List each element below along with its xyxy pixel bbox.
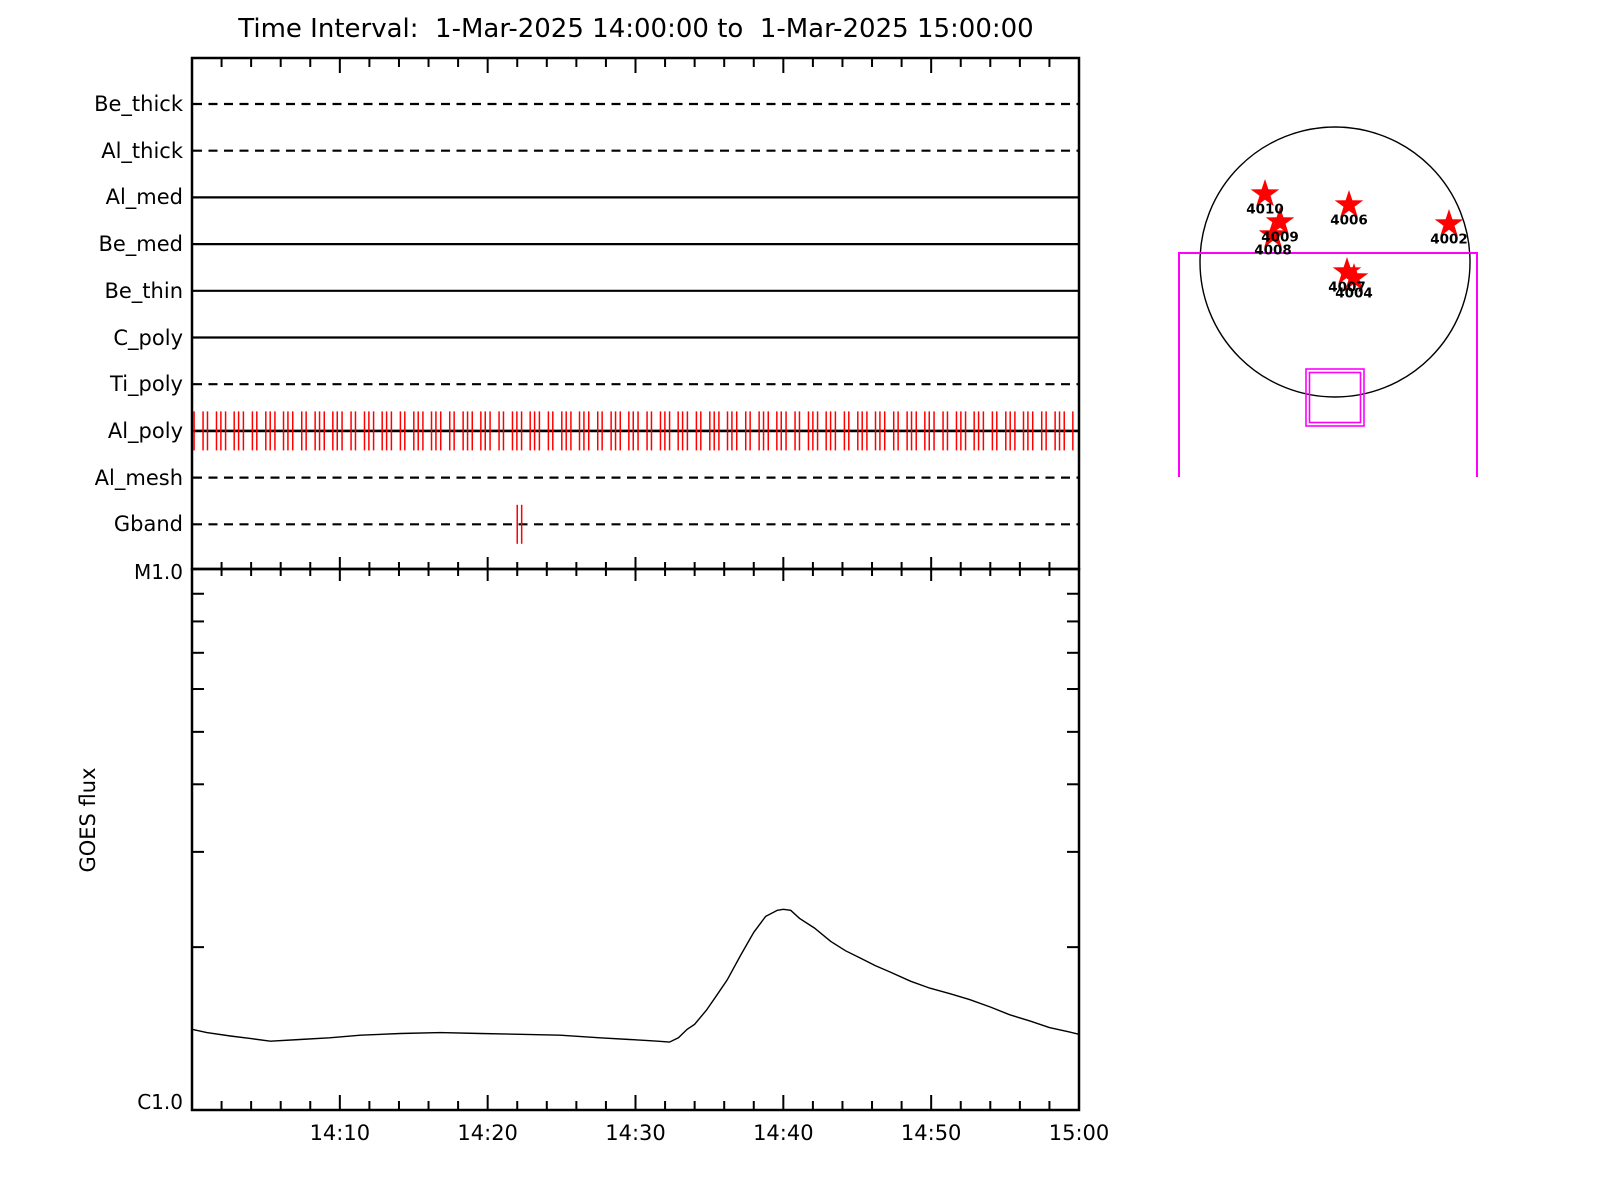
active-region-label: 4002	[1430, 232, 1468, 248]
filter-label: Gband	[113, 512, 183, 537]
time-axis-ticks	[220, 59, 1051, 1109]
goes-ymax-label: M1.0	[133, 560, 183, 584]
filter-label: Al_mesh	[94, 465, 183, 490]
goes-flux-panel	[190, 567, 1081, 1112]
active-region-label: 4007	[1328, 280, 1366, 296]
filter-label: Al_poly	[107, 418, 183, 443]
filter-label: C_poly	[113, 325, 183, 350]
x-tick-label: 15:00	[1048, 1121, 1110, 1145]
filter-label: Be_thin	[104, 278, 183, 303]
app-canvas: 4008 4004 4010 4006 4002 4009 4007 Time Interv…	[0, 0, 1600, 1200]
goes-flux-axis-title: GOES flux	[76, 767, 100, 873]
active-region-label: 4009	[1261, 230, 1299, 246]
chart-title: Time Interval: 1-Mar-2025 14:00:00 to 1-…	[238, 14, 1034, 44]
x-tick-label: 14:50	[900, 1121, 962, 1145]
goes-ymin-label: C1.0	[137, 1090, 183, 1114]
filter-label: Be_thick	[94, 92, 183, 116]
filter-label: Ti_poly	[110, 372, 183, 397]
solar-disk-map: 4008400440104006400240094007	[1178, 126, 1478, 477]
goes-flux-curve	[191, 908, 1080, 1043]
filter-label: Al_med	[105, 185, 183, 210]
goes-log-ticks	[193, 592, 1078, 949]
active-region-label: 4006	[1330, 213, 1368, 229]
filter-label: Al_thick	[101, 138, 183, 163]
solar-disk-limb	[1199, 126, 1471, 398]
x-tick-label: 14:40	[753, 1121, 814, 1145]
filter-timeline-panel	[190, 56, 1081, 571]
plot-svg: 4008400440104006400240094007	[190, 56, 1478, 1112]
x-tick-label: 14:30	[605, 1121, 666, 1145]
filter-label: Be_med	[98, 232, 183, 257]
x-tick-label: 14:10	[309, 1121, 371, 1145]
active-region-label: 4010	[1246, 202, 1284, 218]
x-tick-label: 14:20	[457, 1121, 518, 1145]
